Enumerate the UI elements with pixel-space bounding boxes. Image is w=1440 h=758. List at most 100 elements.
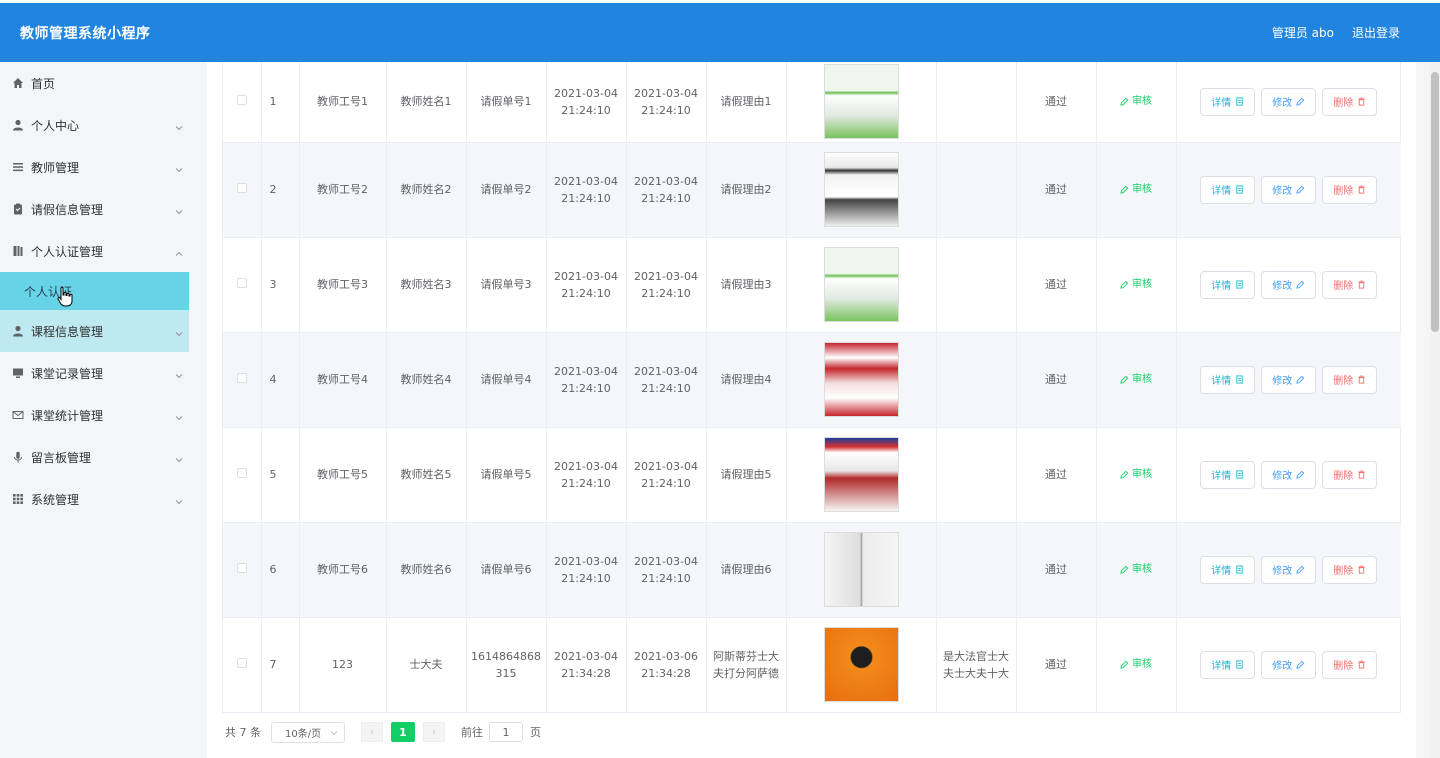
teacher-name-cell: 教师姓名6 [386, 522, 467, 618]
attachment-thumbnail[interactable] [823, 64, 899, 140]
edit-pen-icon [1120, 470, 1129, 479]
delete-button[interactable]: 删除 [1322, 555, 1378, 584]
scrollbar-thumb[interactable] [1431, 72, 1439, 332]
teacher-id-cell: 教师工号5 [299, 427, 387, 523]
edit-pen-icon [1120, 280, 1129, 289]
delete-button[interactable]: 删除 [1322, 87, 1378, 116]
sidebar-item-certification-management[interactable]: 个人认证管理 [0, 230, 189, 272]
row-checkbox[interactable] [236, 563, 247, 573]
list-icon [12, 161, 24, 173]
edit-button[interactable]: 修改 [1261, 460, 1317, 489]
attachment-thumbnail[interactable] [823, 152, 899, 227]
detail-button[interactable]: 详情 [1200, 365, 1256, 394]
sidebar-item-label: 留言板管理 [31, 450, 92, 465]
audit-button[interactable]: 审核 [1120, 466, 1152, 483]
detail-button[interactable]: 详情 [1200, 87, 1256, 116]
detail-button[interactable]: 详情 [1200, 270, 1256, 299]
row-checkbox[interactable] [236, 95, 247, 106]
attachment-thumbnail[interactable] [823, 437, 899, 512]
audit-button[interactable]: 审核 [1120, 181, 1152, 198]
delete-button[interactable]: 删除 [1322, 270, 1378, 299]
operations-cell: 详情 修改 删除 [1176, 237, 1401, 333]
delete-button[interactable]: 删除 [1322, 175, 1378, 204]
sidebar-item-classroom-record-management[interactable]: 课堂记录管理 [0, 352, 189, 394]
start-time-cell: 2021-03-04 21:24:10 [546, 332, 627, 428]
detail-button[interactable]: 详情 [1200, 175, 1256, 204]
detail-button[interactable]: 详情 [1200, 650, 1256, 679]
page-size-select[interactable]: 10条/页 [271, 721, 345, 743]
sidebar-item-course-management[interactable]: 课程信息管理 [0, 310, 189, 352]
edit-button[interactable]: 修改 [1261, 555, 1317, 584]
remark-cell [936, 332, 1017, 428]
end-date: 2021-03-04 [634, 86, 698, 100]
audit-label: 审核 [1132, 278, 1152, 290]
chevron-down-icon [175, 205, 183, 215]
audit-status-cell: 通过 [1016, 237, 1097, 333]
row-checkbox[interactable] [236, 278, 247, 288]
sidebar-item-leave-management[interactable]: 请假信息管理 [0, 188, 189, 230]
edit-button[interactable]: 修改 [1261, 87, 1317, 116]
row-checkbox-cell [223, 427, 262, 523]
sidebar-item-classroom-statistics-management[interactable]: 课堂统计管理 [0, 394, 189, 436]
audit-button[interactable]: 审核 [1120, 371, 1152, 388]
logout-link[interactable]: 退出登录 [1352, 24, 1400, 41]
delete-button[interactable]: 删除 [1322, 650, 1378, 679]
edit-label: 修改 [1272, 98, 1293, 110]
teacher-name-cell: 士大夫 [386, 617, 467, 713]
sidebar-item-system-management[interactable]: 系统管理 [0, 478, 189, 520]
sidebar-item-personal-center[interactable]: 个人中心 [0, 104, 189, 146]
attachment-thumbnail[interactable] [823, 532, 899, 607]
edit-button[interactable]: 修改 [1261, 650, 1317, 679]
detail-label: 详情 [1211, 281, 1232, 292]
row-checkbox[interactable] [236, 468, 247, 478]
detail-button[interactable]: 详情 [1200, 460, 1256, 489]
sidebar-subitem-personal-certification[interactable]: 个人认证 [0, 272, 189, 310]
row-checkbox[interactable] [236, 373, 247, 383]
edit-label: 修改 [1272, 566, 1293, 577]
delete-button[interactable]: 删除 [1322, 365, 1378, 394]
chevron-down-icon [175, 411, 183, 421]
goto-label: 前往 [461, 726, 483, 739]
audit-button[interactable]: 审核 [1120, 656, 1152, 673]
operations-cell: 详情 修改 删除 [1176, 617, 1401, 713]
start-time: 21:24:10 [561, 286, 611, 300]
remark-cell [936, 62, 1017, 143]
goto-page-input[interactable] [489, 722, 523, 742]
delete-button[interactable]: 删除 [1322, 460, 1378, 489]
start-time: 21:24:10 [561, 103, 611, 117]
notebook-icon [12, 245, 24, 257]
edit-button[interactable]: 修改 [1261, 365, 1317, 394]
attachment-thumbnail[interactable] [823, 342, 899, 417]
audit-button[interactable]: 审核 [1120, 276, 1152, 293]
end-date: 2021-03-06 [634, 649, 698, 663]
sidebar-item-teacher-management[interactable]: 教师管理 [0, 146, 189, 188]
attachment-thumbnail[interactable] [823, 627, 899, 702]
delete-label: 删除 [1333, 471, 1354, 482]
start-time-cell: 2021-03-04 21:24:10 [546, 427, 627, 523]
start-date: 2021-03-04 [554, 554, 618, 568]
edit-button[interactable]: 修改 [1261, 270, 1317, 299]
leave-number-cell: 请假单号4 [466, 332, 547, 428]
audit-button[interactable]: 审核 [1120, 561, 1152, 578]
row-index: 6 [261, 522, 300, 618]
edit-label: 修改 [1272, 661, 1293, 672]
edit-button[interactable]: 修改 [1261, 175, 1317, 204]
row-checkbox[interactable] [236, 183, 247, 193]
page-scrollbar[interactable] [1430, 62, 1440, 758]
prev-page-button[interactable]: ‹ [361, 722, 383, 742]
audit-status-cell: 通过 [1016, 617, 1097, 713]
trash-icon [1358, 375, 1365, 384]
next-page-button[interactable]: › [423, 722, 445, 742]
detail-button[interactable]: 详情 [1200, 555, 1256, 584]
home-icon [12, 77, 24, 89]
delete-label: 删除 [1333, 186, 1354, 197]
sidebar-item-home[interactable]: 首页 [0, 62, 189, 104]
row-checkbox[interactable] [236, 658, 247, 668]
teacher-id-cell: 教师工号3 [299, 237, 387, 333]
sidebar-item-message-board-management[interactable]: 留言板管理 [0, 436, 189, 478]
page-number-current[interactable]: 1 [391, 722, 415, 742]
end-time-cell: 2021-03-04 21:24:10 [626, 332, 707, 428]
attachment-thumbnail[interactable] [823, 247, 899, 322]
start-date: 2021-03-04 [554, 364, 618, 378]
audit-button[interactable]: 审核 [1120, 93, 1152, 110]
